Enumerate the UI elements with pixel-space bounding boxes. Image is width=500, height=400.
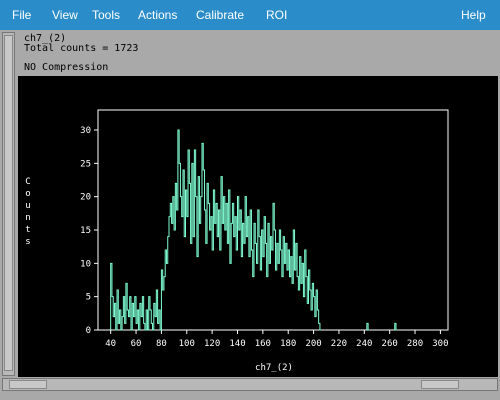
x-tick-label: 40 (105, 339, 116, 349)
x-tick-label: 140 (229, 339, 245, 349)
x-tick-label: 100 (179, 339, 195, 349)
x-axis-label: ch7_(2) (255, 363, 293, 373)
y-tick-label: 20 (80, 193, 91, 203)
y-axis-label-char: t (25, 225, 30, 235)
y-tick-label: 0 (86, 326, 91, 336)
x-tick-label: 220 (331, 339, 347, 349)
menu-file[interactable]: File (12, 8, 31, 22)
x-axis: 40 60 80 100 120 140 160 180 200 220 240 260 280 300 (105, 330, 449, 349)
plot-pane: 0 5 10 15 20 25 30 40 60 80 100 120 140 160 180 200 220… (18, 76, 498, 377)
histogram-chart: 0 5 10 15 20 25 30 40 60 80 100 120 140 160 180 200 220… (25, 109, 449, 373)
y-axis-label: Counts (25, 177, 30, 247)
y-axis-label-char: o (25, 189, 30, 199)
menu-roi[interactable]: ROI (266, 8, 287, 22)
menu-bar: File View Tools Actions Calibrate ROI He… (0, 0, 500, 30)
y-tick-label: 30 (80, 126, 91, 136)
menu-actions[interactable]: Actions (138, 8, 177, 22)
menu-view[interactable]: View (52, 8, 78, 22)
menu-tools[interactable]: Tools (92, 8, 120, 22)
x-tick-label: 60 (131, 339, 142, 349)
x-tick-label: 240 (356, 339, 372, 349)
histogram-series (110, 129, 398, 331)
y-tick-label: 25 (80, 159, 91, 169)
x-tick-label: 200 (305, 339, 321, 349)
x-tick-label: 80 (156, 339, 167, 349)
spectrum-info-panel: ch7_(2) Total counts = 1723 NO Compressi… (18, 32, 498, 76)
horizontal-scrollbar[interactable] (2, 378, 498, 391)
y-tick-label: 5 (86, 293, 91, 303)
y-axis-label-char: u (25, 201, 30, 211)
x-tick-label: 160 (255, 339, 271, 349)
total-counts: Total counts = 1723 (24, 43, 139, 54)
menu-calibrate[interactable]: Calibrate (196, 8, 244, 22)
vertical-scrollbar[interactable] (2, 32, 15, 376)
x-tick-label: 280 (407, 339, 423, 349)
y-axis-label-char: C (25, 177, 30, 187)
x-tick-label: 180 (280, 339, 296, 349)
horizontal-scrollbar-thumb[interactable] (9, 380, 47, 389)
y-axis-label-char: n (25, 213, 30, 223)
y-axis-label-char: s (25, 237, 30, 247)
horizontal-scrollbar-end[interactable] (421, 380, 459, 389)
x-tick-label: 120 (204, 339, 220, 349)
x-tick-label: 260 (382, 339, 398, 349)
y-tick-label: 15 (80, 226, 91, 236)
compression-status: NO Compression (24, 62, 109, 73)
menu-help[interactable]: Help (461, 8, 486, 22)
y-axis: 0 5 10 15 20 25 30 (80, 126, 98, 336)
x-tick-label: 300 (432, 339, 448, 349)
y-tick-label: 10 (80, 259, 91, 269)
vertical-scrollbar-thumb[interactable] (4, 35, 13, 371)
